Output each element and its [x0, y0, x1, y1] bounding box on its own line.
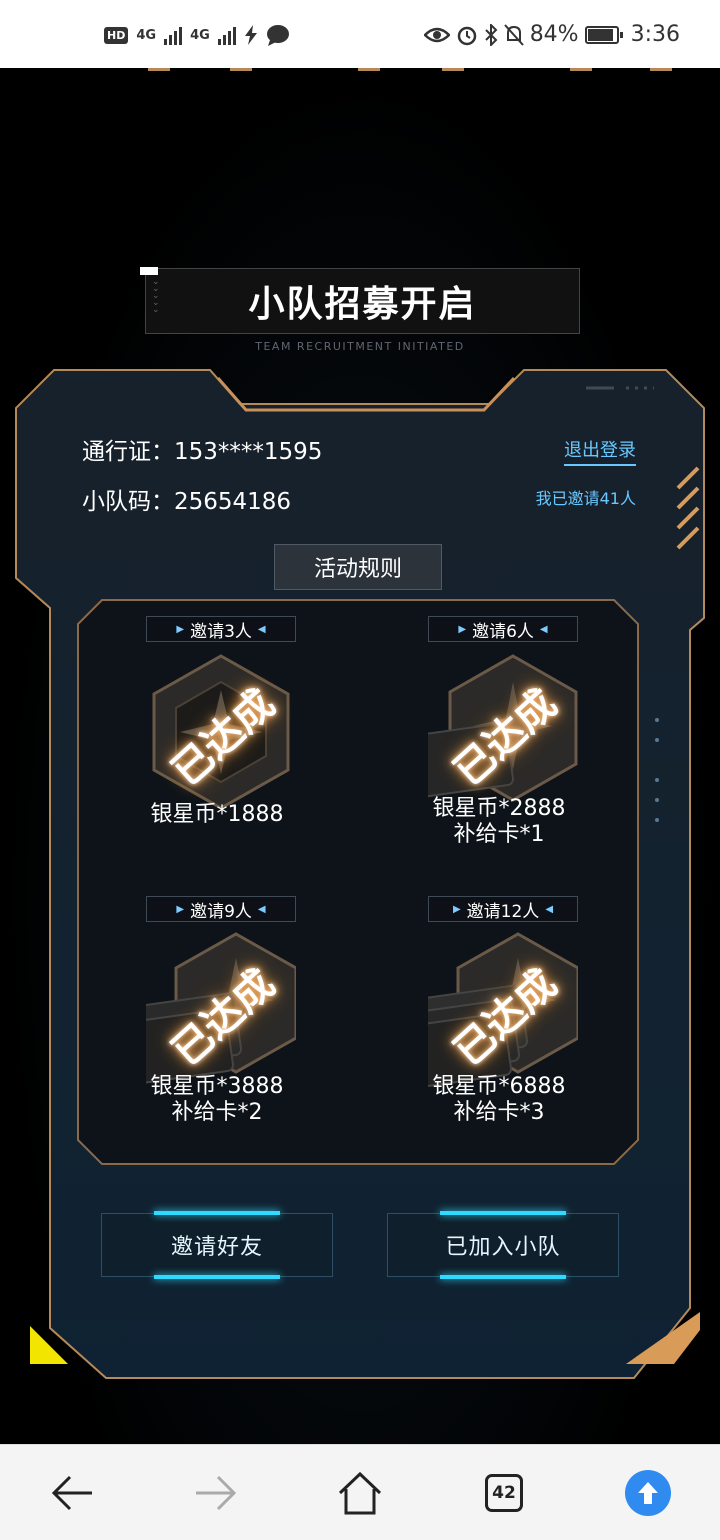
battery-icon	[584, 25, 623, 44]
network-type-1: 4G	[136, 27, 157, 43]
network-type-2: 4G	[190, 27, 210, 43]
tier-tag: ▶ 邀请9人 ◀	[146, 896, 296, 922]
status-bar: HD 4G 4G 84% 3:36	[0, 0, 720, 68]
signal-icon-1	[164, 25, 183, 45]
eye-icon	[423, 27, 450, 42]
reward-line-1: 银星币*2888	[432, 796, 566, 821]
reward-line-1: 银星币*1888	[150, 802, 284, 827]
tabs-button[interactable]: 42	[480, 1469, 528, 1517]
top-decoration	[0, 68, 720, 72]
reward-tier-3: ▶ 邀请3人 ◀ 已达成 银星币*1888	[76, 598, 358, 878]
back-arrow-icon	[51, 1475, 92, 1511]
recruitment-page: ⌄ ⌄ ⌄ ⌄ ⌄ 小队招募开启 TEAM RECRUITMENT INITIATED …	[0, 68, 720, 1444]
home-icon	[338, 1471, 382, 1515]
back-button[interactable]	[48, 1469, 96, 1517]
reward-tier-6: ▶ 邀请6人 ◀ 已达成 银星币*2888 补给卡*1	[358, 598, 640, 878]
home-button[interactable]	[336, 1469, 384, 1517]
signal-icon-2	[217, 25, 236, 45]
tier-tag-label: 邀请12人	[466, 901, 540, 922]
upload-button[interactable]	[624, 1469, 672, 1517]
forward-button[interactable]	[192, 1469, 240, 1517]
invite-friends-button[interactable]: 邀请好友	[101, 1211, 333, 1279]
reward-line-2: 补给卡*1	[453, 822, 545, 847]
status-right-icons: 84% 3:36	[423, 22, 680, 47]
logout-link[interactable]: 退出登录	[564, 436, 636, 466]
page-title-box: ⌄ ⌄ ⌄ ⌄ ⌄ 小队招募开启	[140, 267, 580, 334]
reward-line-1: 银星币*6888	[432, 1074, 566, 1099]
message-bubble-icon	[266, 25, 289, 46]
team-code-line: 小队码：25654186	[82, 482, 291, 516]
rules-button[interactable]: 活动规则	[274, 544, 442, 590]
charging-bolt-icon	[244, 25, 257, 45]
pass-line: 通行证：153****1595	[82, 432, 322, 466]
reward-line-2: 补给卡*2	[171, 1100, 263, 1125]
hd-icon: HD	[104, 26, 129, 44]
chevron-down-icon: ⌄ ⌄ ⌄ ⌄ ⌄	[152, 277, 160, 315]
mute-bell-icon	[503, 23, 524, 46]
reward-tier-9: ▶ 邀请9人 ◀ 已达成 银星币*3888 补给卡*2	[76, 878, 358, 1158]
status-left-icons: HD 4G 4G	[104, 24, 290, 46]
pass-value: 153****1595	[174, 439, 323, 465]
tier-tag-label: 邀请3人	[190, 621, 252, 642]
tier-tag: ▶ 邀请3人 ◀	[146, 616, 296, 642]
alarm-icon	[457, 26, 476, 45]
reward-tier-12: ▶ 邀请12人 ◀ 已达成 银星币*6888 补给卡*3	[358, 878, 640, 1158]
tier-tag-label: 邀请9人	[190, 901, 252, 922]
team-code-label: 小队码：	[82, 489, 174, 515]
invited-count: 我已邀请41人	[535, 489, 636, 508]
joined-team-button[interactable]: 已加入小队	[387, 1211, 619, 1279]
tier-tag: ▶ 邀请12人 ◀	[428, 896, 578, 922]
upload-arrow-icon	[625, 1470, 671, 1516]
rewards-panel: ▶ 邀请3人 ◀ 已达成 银星币*1888 ▶ 邀请6人 ◀ 已达成 银星币*2888 …	[76, 598, 640, 1166]
forward-arrow-icon	[196, 1475, 237, 1511]
battery-percent: 84%	[529, 22, 579, 47]
pass-label: 通行证：	[82, 439, 174, 465]
clock: 3:36	[630, 22, 680, 47]
reward-line-2: 补给卡*3	[453, 1100, 545, 1125]
tier-tag: ▶ 邀请6人 ◀	[428, 616, 578, 642]
page-subtitle: TEAM RECRUITMENT INITIATED	[255, 340, 465, 353]
bluetooth-icon	[484, 23, 498, 46]
tier-tag-label: 邀请6人	[472, 621, 534, 642]
browser-nav-bar: 42	[0, 1444, 720, 1540]
tabs-icon: 42	[485, 1474, 523, 1512]
page-title: 小队招募开启	[248, 284, 477, 325]
reward-line-1: 银星币*3888	[150, 1074, 284, 1099]
team-code-value: 25654186	[174, 489, 292, 515]
